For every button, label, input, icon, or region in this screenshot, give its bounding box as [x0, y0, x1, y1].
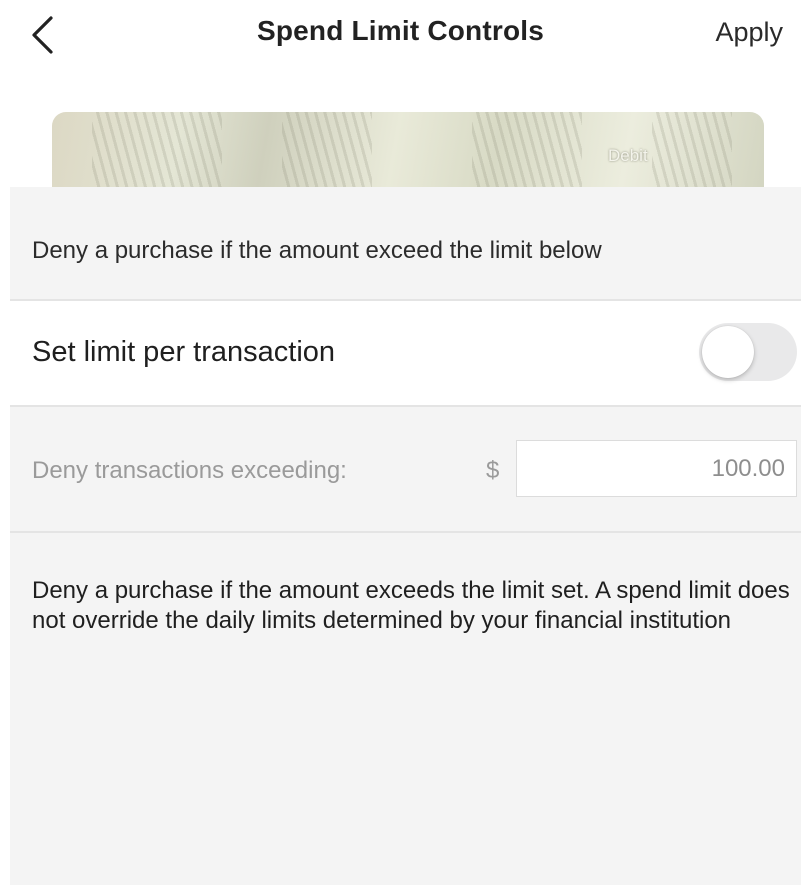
limit-panel: Deny a purchase if the amount exceed the… [10, 187, 801, 885]
limit-description: Deny a purchase if the amount exceeds th… [32, 577, 790, 634]
nav-header: Spend Limit Controls Apply [0, 0, 801, 70]
page-title: Spend Limit Controls [256, 15, 545, 46]
limit-toggle-row: Set limit per transaction [10, 301, 801, 405]
section-header: Deny a purchase if the amount exceed the… [10, 187, 801, 299]
card-type-label: Debit [608, 146, 648, 165]
section-header-text: Deny a purchase if the amount exceed the… [32, 237, 602, 264]
limit-amount-row: Deny transactions exceeding: $ [10, 408, 801, 531]
limit-amount-input[interactable] [516, 440, 797, 497]
limit-toggle-label: Set limit per transaction [32, 336, 336, 368]
divider [10, 405, 801, 407]
divider [10, 531, 801, 533]
apply-button[interactable]: Apply [715, 17, 783, 48]
exceeding-label: Deny transactions exceeding: [32, 457, 347, 484]
limit-per-transaction-toggle[interactable] [699, 323, 797, 381]
toggle-knob [702, 326, 754, 378]
currency-symbol: $ [486, 457, 500, 484]
